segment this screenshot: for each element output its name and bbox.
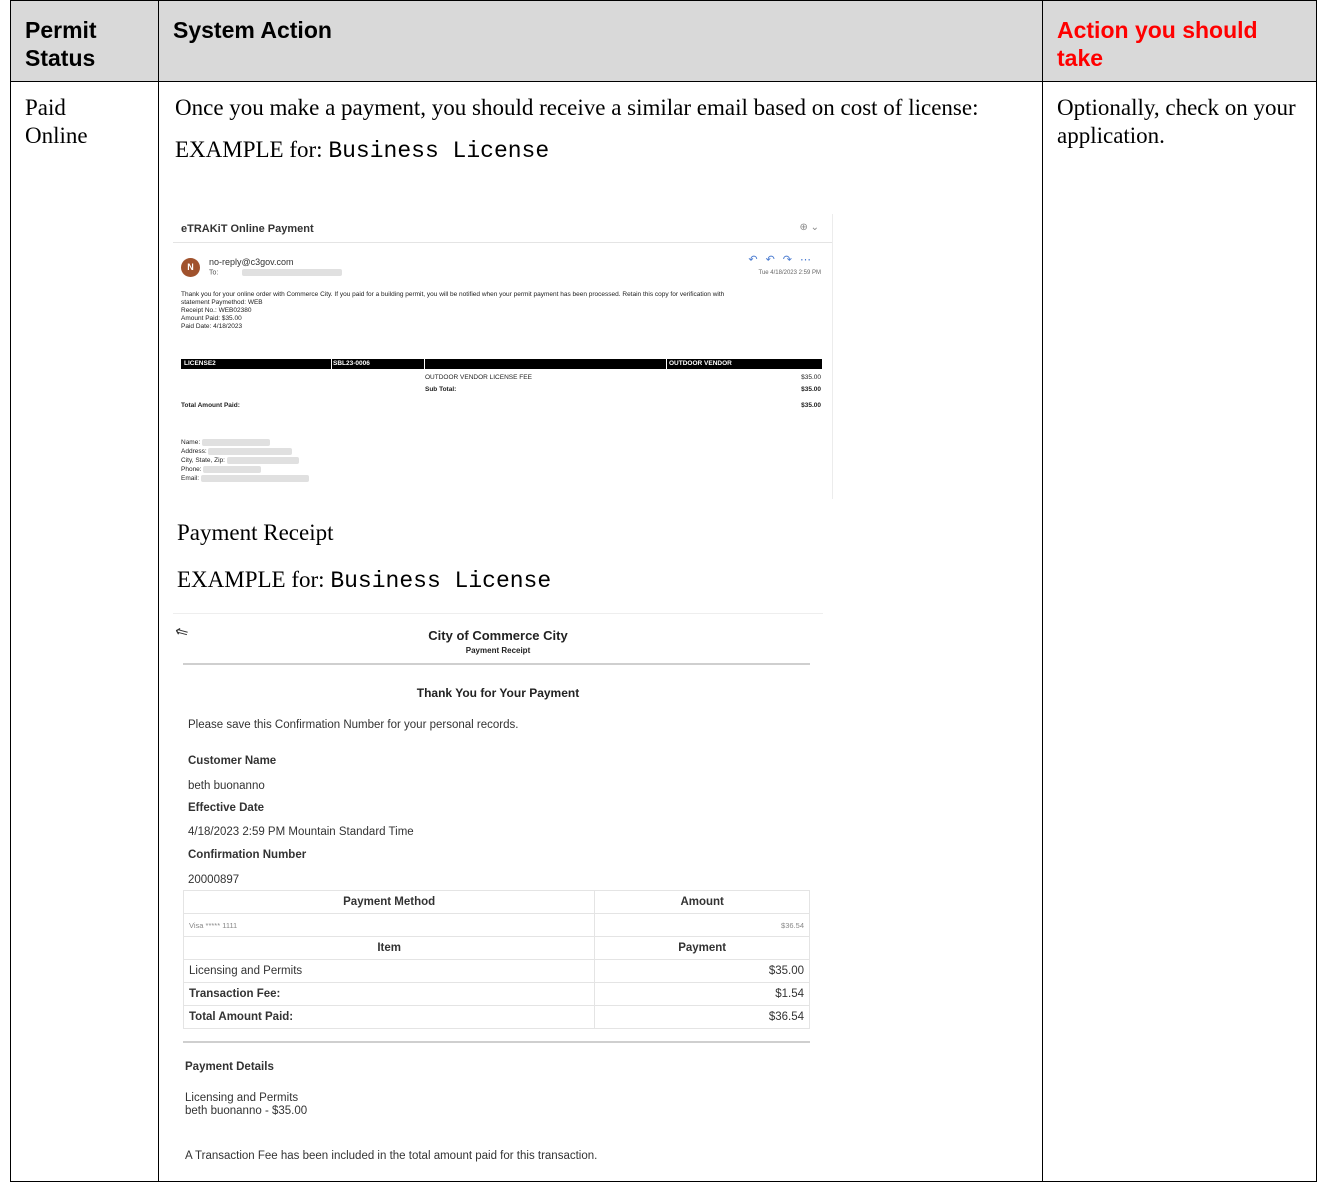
status-cell: Paid Online xyxy=(10,81,159,1182)
sender-avatar: N xyxy=(181,258,200,277)
zoom-icon: ⊕ ⌄ xyxy=(799,222,819,233)
fee-label: OUTDOOR VENDOR LICENSE FEE xyxy=(425,374,532,381)
user-action-cell: Optionally, check on your application. xyxy=(1042,81,1317,1182)
email-actions[interactable]: ↶↶↷⋯ xyxy=(748,253,819,266)
fee-note: A Transaction Fee has been included in t… xyxy=(185,1150,598,1162)
receipt-org: City of Commerce City xyxy=(428,628,568,643)
customer-name: beth buonanno xyxy=(188,780,265,792)
payment-table: Payment Method Amount Visa ***** 1111 $3… xyxy=(182,890,810,1029)
details-line-2: beth buonanno - $35.00 xyxy=(185,1105,308,1117)
name-label: Name: xyxy=(181,439,270,446)
pm-row: Visa ***** 1111 $36.54 xyxy=(182,913,810,937)
status-text: Paid Online xyxy=(25,95,88,148)
confirmation-label: Confirmation Number xyxy=(188,849,307,861)
receipt-screenshot: ⇖ City of Commerce City Payment Receipt … xyxy=(172,608,823,1108)
more-icon[interactable]: ⋯ xyxy=(800,254,819,266)
total-label: Total Amount Paid: xyxy=(181,402,240,409)
reply-icon[interactable]: ↶ xyxy=(748,254,765,266)
redacted-recipient xyxy=(242,269,343,276)
forward-icon[interactable]: ↷ xyxy=(783,254,800,266)
item-amount: $35.00 xyxy=(594,959,810,983)
address-label: Address: xyxy=(181,448,293,455)
item-label: Licensing and Permits xyxy=(182,959,596,983)
receipt-subtitle: Payment Receipt xyxy=(465,646,531,655)
effective-date: 4/18/2023 2:59 PM Mountain Standard Time xyxy=(188,826,414,838)
pm-header: Payment Method xyxy=(182,890,596,914)
subtotal-label: Sub Total: xyxy=(425,386,457,393)
payment-details-body: Licensing and Permits beth buonanno - $3… xyxy=(185,1092,307,1118)
email-divider xyxy=(173,242,833,243)
item-header: Item xyxy=(182,936,596,960)
phone-label: Phone: xyxy=(181,466,262,473)
example-line-1: EXAMPLE for: Business License xyxy=(175,137,550,164)
header-row: Permit Status System Action Action you s… xyxy=(10,0,1317,82)
csz-label: City, State, Zip: xyxy=(181,457,299,464)
effective-date-label: Effective Date xyxy=(188,802,265,814)
reply-all-icon[interactable]: ↶ xyxy=(766,254,783,266)
header-system-action: System Action xyxy=(158,0,1043,82)
action-intro: Once you make a payment, you should rece… xyxy=(175,95,979,120)
receipt-caption: Payment Receipt xyxy=(177,520,334,545)
receipt-divider xyxy=(183,663,810,665)
example-line-2: EXAMPLE for: Business License xyxy=(177,567,552,594)
payment-header: Payment xyxy=(594,936,810,960)
table-row: Total Amount Paid: $36.54 xyxy=(182,1005,810,1029)
total-amount: $35.00 xyxy=(801,402,821,409)
table-row: Licensing and Permits $35.00 xyxy=(182,959,810,983)
fee-amount: $35.00 xyxy=(801,374,821,381)
receipt-thanks: Thank You for Your Payment xyxy=(416,686,580,700)
pm-amount: $36.54 xyxy=(594,913,810,937)
email-body: Thank you for your online order with Com… xyxy=(181,291,725,330)
save-note: Please save this Confirmation Number for… xyxy=(188,719,519,731)
license-bar: LICENSE2 SBL23-0006 OUTDOOR VENDOR xyxy=(181,359,822,369)
email-subject: eTRAKiT Online Payment xyxy=(181,223,314,235)
email-date: Tue 4/18/2023 2:59 PM xyxy=(758,270,822,276)
email-label: Email: xyxy=(181,475,309,482)
table-row: Transaction Fee: $1.54 xyxy=(182,982,810,1006)
item-header-row: Item Payment xyxy=(182,936,810,960)
header-action-you-should-take: Action you should take xyxy=(1042,0,1317,82)
item-amount: $1.54 xyxy=(594,982,810,1006)
payment-details-label: Payment Details xyxy=(185,1061,274,1073)
item-label: Total Amount Paid: xyxy=(182,1005,596,1029)
confirmation-number: 20000897 xyxy=(188,874,240,886)
header-permit-status: Permit Status xyxy=(10,0,159,82)
subtotal-amount: $35.00 xyxy=(801,386,821,393)
pm-header-row: Payment Method Amount xyxy=(182,890,810,914)
customer-name-label: Customer Name xyxy=(188,755,277,767)
item-amount: $36.54 xyxy=(594,1005,810,1029)
email-from: no-reply@c3gov.com xyxy=(209,257,294,267)
details-line-1: Licensing and Permits xyxy=(185,1092,299,1104)
email-to: To: xyxy=(209,269,343,276)
pm-value: Visa ***** 1111 xyxy=(182,913,596,937)
amount-header: Amount xyxy=(594,890,810,914)
example-value: Business License xyxy=(328,138,550,164)
item-label: Transaction Fee: xyxy=(182,982,596,1006)
receipt-divider-2 xyxy=(183,1041,810,1043)
email-screenshot: eTRAKiT Online Payment ⊕ ⌄ N no-reply@c3… xyxy=(173,214,833,499)
user-action-text: Optionally, check on your application. xyxy=(1057,95,1296,148)
